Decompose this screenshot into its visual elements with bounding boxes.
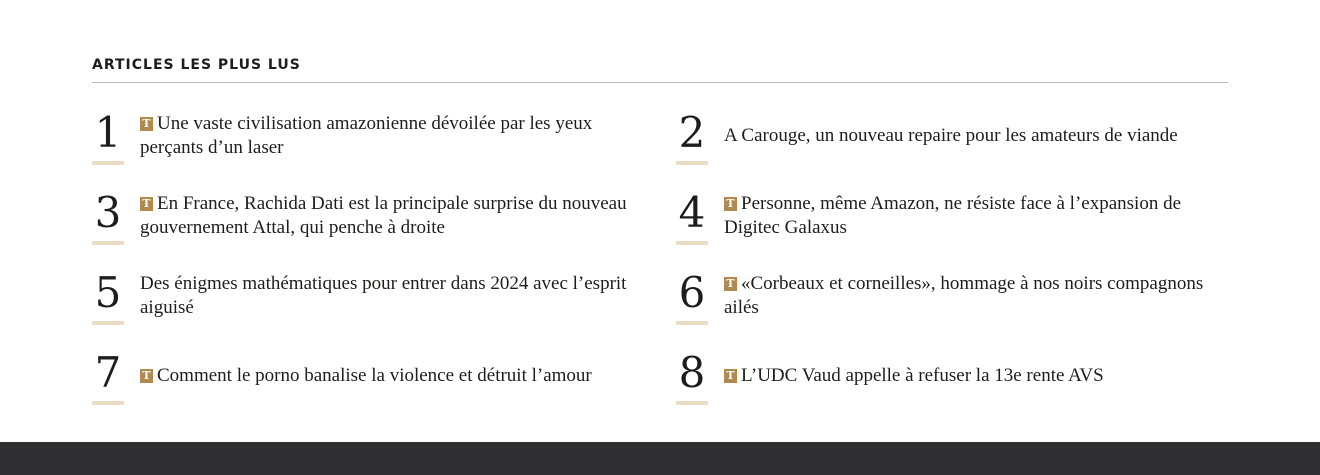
rank-number: 8	[678, 348, 706, 397]
rank-number: 1	[94, 108, 122, 157]
article-item-4[interactable]: 4 T Personne, même Amazon, ne résiste face…	[676, 176, 1228, 256]
article-item-5[interactable]: 5 Des énigmes mathématiques pour entrer d…	[92, 256, 676, 336]
article-title: «Corbeaux et corneilles», hommage à nos …	[724, 273, 1204, 318]
rank-number: 7	[94, 348, 122, 397]
rank-number-block: 1	[92, 107, 124, 165]
article-link[interactable]: T L’UDC Vaud appelle à refuser la 13e ren…	[724, 364, 1104, 388]
article-item-8[interactable]: 8 T L’UDC Vaud appelle à refuser la 13e re…	[676, 336, 1228, 416]
rank-number-block: 2	[676, 107, 708, 165]
premium-badge-icon: T	[140, 369, 153, 383]
premium-badge-icon: T	[724, 197, 737, 211]
article-link[interactable]: Des énigmes mathématiques pour entrer da…	[140, 272, 640, 320]
article-title: L’UDC Vaud appelle à refuser la 13e rent…	[741, 365, 1104, 386]
section-divider	[92, 82, 1228, 83]
rank-number: 2	[678, 108, 706, 157]
rank-underline	[92, 321, 124, 325]
rank-underline	[92, 161, 124, 165]
article-item-7[interactable]: 7 T Comment le porno banalise la violence …	[92, 336, 676, 416]
article-title: Comment le porno banalise la violence et…	[157, 365, 592, 386]
rank-underline	[92, 241, 124, 245]
article-link[interactable]: T Une vaste civilisation amazonienne dévo…	[140, 112, 640, 160]
rank-number-block: 8	[676, 347, 708, 405]
article-item-2[interactable]: 2 A Carouge, un nouveau repaire pour les …	[676, 96, 1228, 176]
rank-underline	[676, 401, 708, 405]
rank-underline	[676, 241, 708, 245]
article-link[interactable]: T Personne, même Amazon, ne résiste face …	[724, 192, 1224, 240]
article-title: Des énigmes mathématiques pour entrer da…	[140, 273, 627, 318]
rank-number-block: 3	[92, 187, 124, 245]
article-link[interactable]: A Carouge, un nouveau repaire pour les a…	[724, 124, 1178, 148]
rank-underline	[676, 321, 708, 325]
most-read-list: 1 T Une vaste civilisation amazonienne dév…	[92, 96, 1228, 416]
article-link[interactable]: T En France, Rachida Dati est la principa…	[140, 192, 640, 240]
article-title: Une vaste civilisation amazonienne dévoi…	[140, 113, 593, 158]
footer-bar	[0, 442, 1320, 475]
article-title: Personne, même Amazon, ne résiste face à…	[724, 193, 1182, 238]
rank-number: 5	[94, 268, 122, 317]
article-title: En France, Rachida Dati est la principal…	[140, 193, 627, 238]
article-item-1[interactable]: 1 T Une vaste civilisation amazonienne dév…	[92, 96, 676, 176]
article-item-6[interactable]: 6 T «Corbeaux et corneilles», hommage à no…	[676, 256, 1228, 336]
rank-number-block: 5	[92, 267, 124, 325]
article-link[interactable]: T «Corbeaux et corneilles», hommage à nos…	[724, 272, 1224, 320]
article-title: A Carouge, un nouveau repaire pour les a…	[724, 125, 1178, 146]
premium-badge-icon: T	[724, 277, 737, 291]
article-link[interactable]: T Comment le porno banalise la violence e…	[140, 364, 592, 388]
rank-number-block: 4	[676, 187, 708, 245]
rank-number-block: 6	[676, 267, 708, 325]
rank-number: 4	[678, 188, 706, 237]
rank-number: 3	[94, 188, 122, 237]
premium-badge-icon: T	[140, 117, 153, 131]
premium-badge-icon: T	[140, 197, 153, 211]
premium-badge-icon: T	[724, 369, 737, 383]
article-item-3[interactable]: 3 T En France, Rachida Dati est la princip…	[92, 176, 676, 256]
rank-underline	[92, 401, 124, 405]
rank-underline	[676, 161, 708, 165]
rank-number-block: 7	[92, 347, 124, 405]
rank-number: 6	[678, 268, 706, 317]
section-title: ARTICLES LES PLUS LUS	[92, 57, 301, 73]
